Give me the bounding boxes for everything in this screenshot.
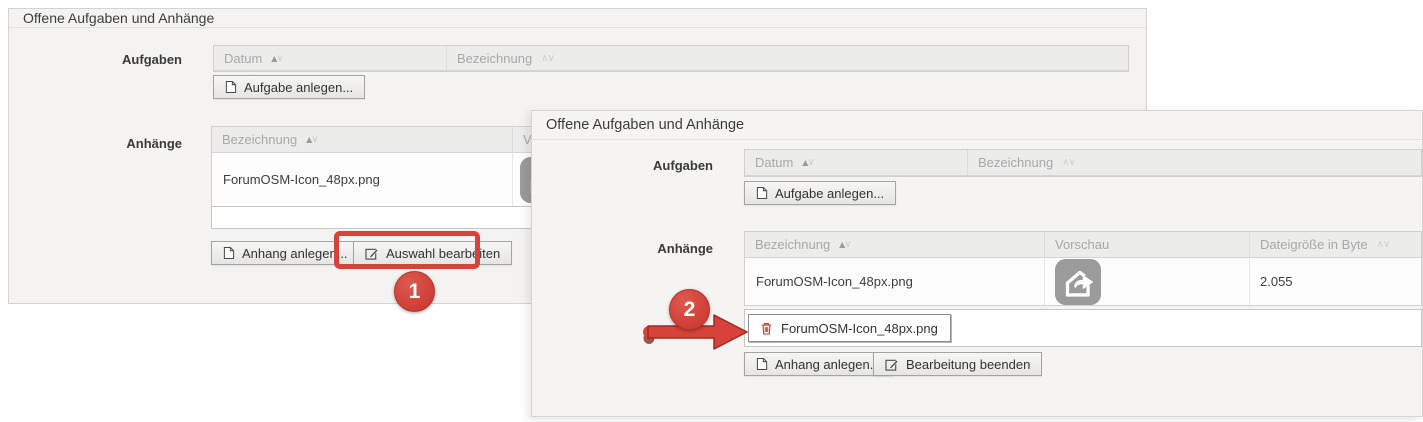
trash-icon <box>761 322 772 335</box>
attachment-preview-cell <box>1045 258 1250 305</box>
aufgaben-table: Datum ▲∨ Bezeichnung ∧∨ <box>213 45 1129 72</box>
new-document-icon <box>756 357 768 371</box>
column-header-datum[interactable]: Datum ▲∨ <box>745 150 968 175</box>
column-header-vorschau: Vorschau <box>1045 232 1250 257</box>
column-header-bezeichnung[interactable]: Bezeichnung ∧∨ <box>447 46 1128 70</box>
create-attachment-button[interactable]: Anhang anlegen... <box>744 352 893 376</box>
aufgaben-label: Aufgaben <box>532 158 713 173</box>
sort-unsorted-icon: ∧∨ <box>1062 157 1075 168</box>
panel-title: Offene Aufgaben und Anhänge <box>532 111 1422 140</box>
attachment-filename: ForumOSM-Icon_48px.png <box>212 153 513 206</box>
new-document-icon <box>225 80 237 94</box>
column-header-dateigroesse[interactable]: Dateigröße in Byte ∧∨ <box>1250 232 1421 257</box>
sort-unsorted-icon: ∧∨ <box>1377 239 1390 250</box>
column-header-bezeichnung[interactable]: Bezeichnung ▲∨ <box>745 232 1045 257</box>
sort-ascending-icon: ▲∨ <box>271 53 282 64</box>
panel-open-tasks-attachments-front: Offene Aufgaben und Anhänge Aufgaben Dat… <box>531 110 1423 417</box>
attachment-filename: ForumOSM-Icon_48px.png <box>745 258 1045 305</box>
create-task-button[interactable]: Aufgabe anlegen... <box>744 181 896 205</box>
sort-ascending-icon: ▲∨ <box>839 239 850 250</box>
column-header-datum[interactable]: Datum ▲∨ <box>214 46 447 70</box>
selected-attachment-chip[interactable]: ForumOSM-Icon_48px.png <box>748 314 951 342</box>
step1-highlight-rectangle <box>334 231 480 269</box>
panel-title: Offene Aufgaben und Anhänge <box>9 9 1146 28</box>
attachments-table: Bezeichnung ▲∨ Vorschau Dateigröße in By… <box>744 231 1422 306</box>
aufgaben-label: Aufgaben <box>9 52 182 67</box>
anhaenge-label: Anhänge <box>9 136 182 151</box>
edit-pencil-icon <box>885 358 899 371</box>
new-document-icon <box>756 186 768 200</box>
anhaenge-label: Anhänge <box>532 241 713 256</box>
attachment-filesize: 2.055 <box>1250 258 1421 305</box>
attachment-row[interactable]: ForumOSM-Icon_48px.png 2.055 <box>745 258 1421 305</box>
create-task-button[interactable]: Aufgabe anlegen... <box>213 75 365 99</box>
sort-ascending-icon: ▲∨ <box>306 134 317 145</box>
house-share-icon <box>1055 259 1101 305</box>
new-document-icon <box>223 246 235 260</box>
sort-ascending-icon: ▲∨ <box>802 157 813 168</box>
finish-editing-button[interactable]: Bearbeitung beenden <box>873 352 1042 376</box>
column-header-bezeichnung[interactable]: Bezeichnung ∧∨ <box>968 150 1421 175</box>
step2-badge: 2 <box>669 289 710 330</box>
chip-filename: ForumOSM-Icon_48px.png <box>781 321 938 336</box>
column-header-bezeichnung[interactable]: Bezeichnung ▲∨ <box>212 127 513 152</box>
step1-badge: 1 <box>394 271 435 312</box>
sort-unsorted-icon: ∧∨ <box>541 53 554 64</box>
screenshot-stage: Offene Aufgaben und Anhänge Aufgaben Dat… <box>0 0 1423 422</box>
aufgaben-table: Datum ▲∨ Bezeichnung ∧∨ <box>744 149 1422 177</box>
